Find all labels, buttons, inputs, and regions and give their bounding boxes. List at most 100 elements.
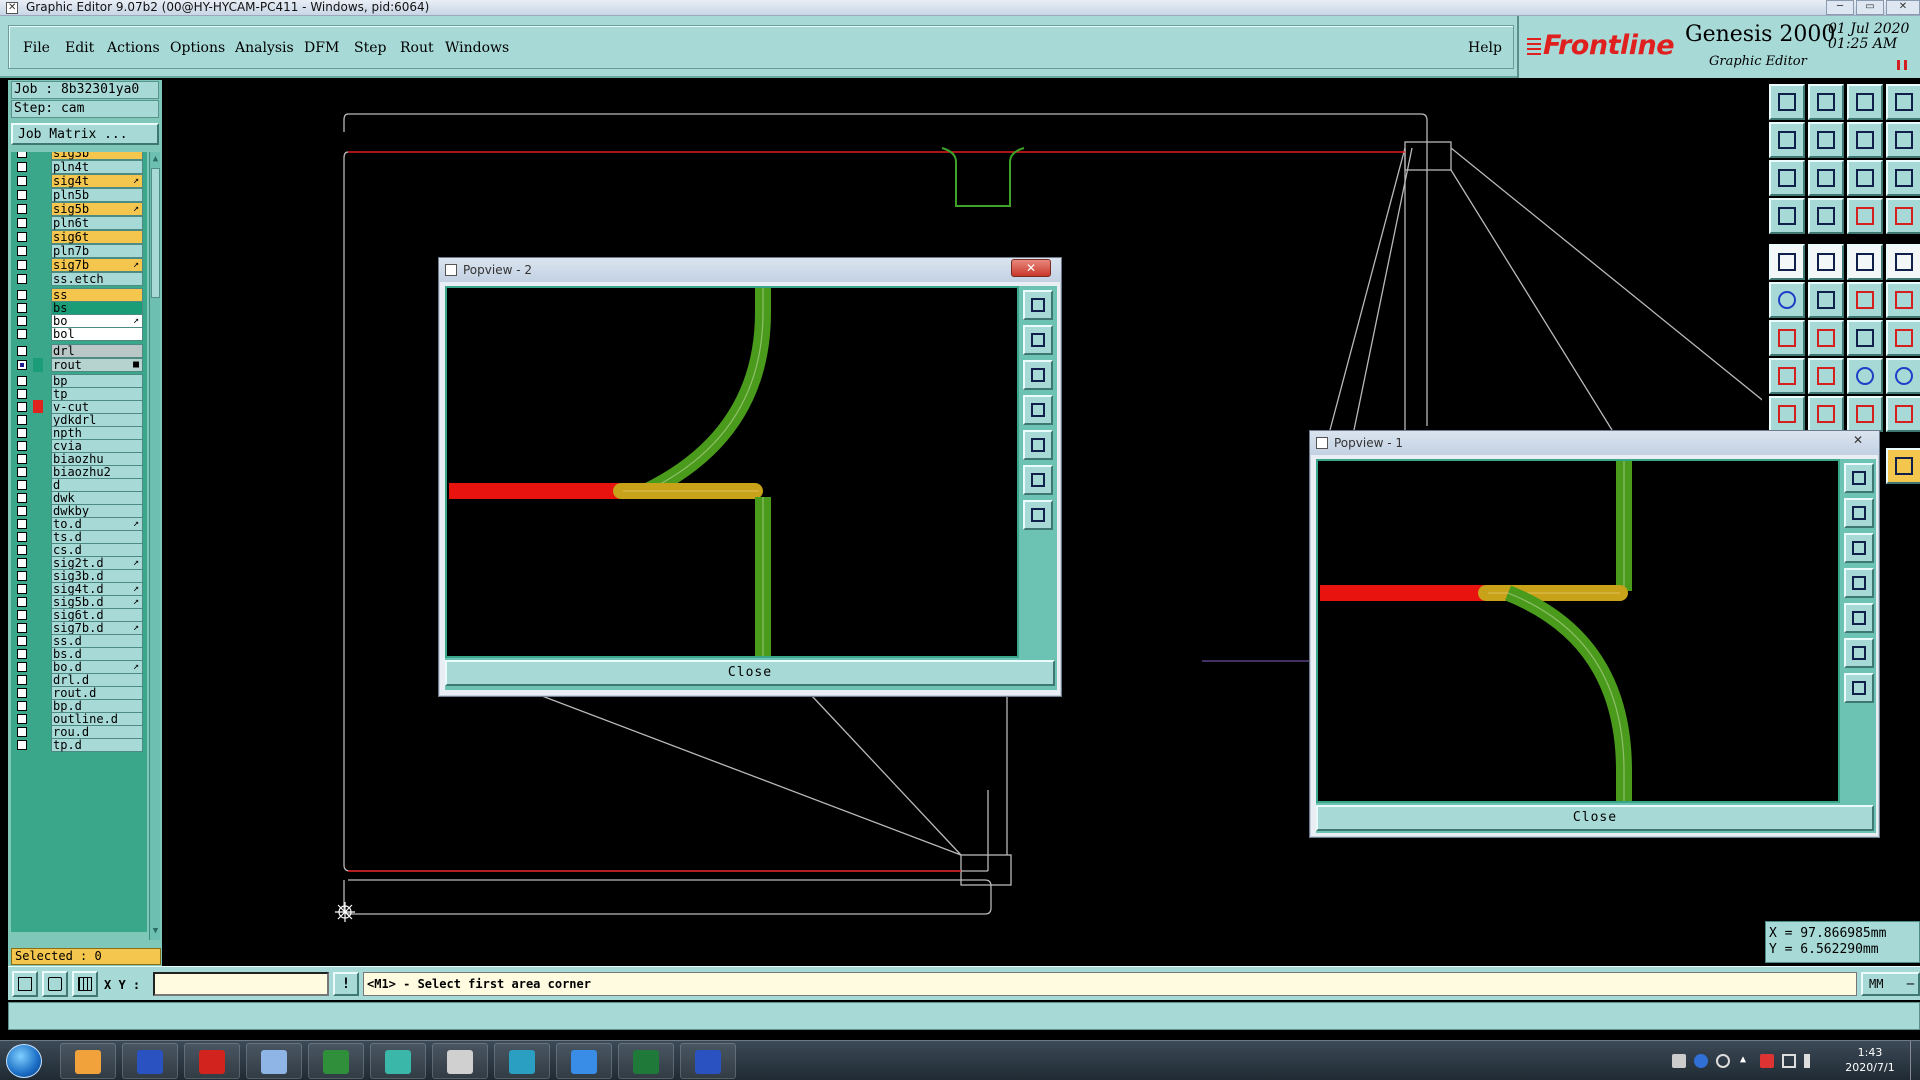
layer-name[interactable]: tp [51, 387, 143, 401]
node-icon[interactable] [1847, 282, 1883, 318]
layer-row[interactable]: cvia [11, 439, 147, 453]
help-icon[interactable] [1886, 160, 1920, 196]
popview-1-close-x[interactable]: ✕ [1840, 432, 1876, 450]
layer-row[interactable]: pln6t [11, 216, 147, 230]
layer-checkbox[interactable] [17, 467, 27, 477]
layer-name[interactable]: pln4t [51, 160, 143, 174]
layer-name[interactable]: bo ↗ [51, 314, 143, 328]
taskbar-save-icon[interactable] [122, 1043, 178, 1079]
zoom-icon[interactable] [1808, 160, 1844, 196]
layer-checkbox[interactable] [17, 376, 27, 386]
taskbar-acrobat-icon[interactable] [184, 1043, 240, 1079]
layer-row[interactable]: bs.d [11, 647, 147, 661]
layer-row[interactable]: sig4t ↗ [11, 174, 147, 188]
layer-checkbox[interactable] [17, 218, 27, 228]
layer-checkbox[interactable] [17, 274, 27, 284]
layer-name[interactable]: cs.d [51, 543, 143, 557]
popview-2-close-button[interactable]: Close [445, 660, 1055, 686]
popview-1-canvas[interactable] [1316, 459, 1840, 803]
tray-settings-icon[interactable] [1716, 1054, 1730, 1068]
scroll-up-icon[interactable]: ▲ [151, 154, 160, 164]
layer-checkbox[interactable] [17, 204, 27, 214]
layer-name[interactable]: sig4t.d ↗ [51, 582, 143, 596]
taskbar-excel-icon[interactable] [618, 1043, 674, 1079]
layer-row[interactable]: sig3b.d [11, 569, 147, 583]
tray-clock[interactable]: 1:43 2020/7/1 [1836, 1045, 1904, 1075]
layer-row[interactable]: tp.d [11, 738, 147, 752]
layer-checkbox[interactable] [17, 519, 27, 529]
layer-name[interactable]: ss.etch [51, 272, 143, 286]
layer-checkbox[interactable] [17, 360, 27, 370]
layer-checkbox[interactable] [17, 636, 27, 646]
view-icon[interactable] [1769, 198, 1805, 234]
layer-checkbox[interactable] [17, 740, 27, 750]
show-desktop-button[interactable] [1910, 1041, 1920, 1080]
layer-row[interactable]: rou.d [11, 725, 147, 739]
taskbar-send-icon[interactable] [556, 1043, 612, 1079]
layer-name[interactable]: npth [51, 426, 143, 440]
layer-row[interactable]: tp [11, 387, 147, 401]
tray-keyboard-icon[interactable] [1672, 1054, 1686, 1068]
taskbar-pen-icon[interactable] [308, 1043, 364, 1079]
grid-icon[interactable] [1808, 198, 1844, 234]
layer-row[interactable]: biaozhu [11, 452, 147, 466]
layer-name[interactable]: biaozhu [51, 452, 143, 466]
layer-scrollbar[interactable]: ▲ ▼ [149, 152, 160, 940]
layer-checkbox[interactable] [17, 597, 27, 607]
zoom-in-icon[interactable] [1023, 325, 1053, 355]
layout-icon[interactable] [1886, 84, 1920, 120]
layer-row[interactable]: npth [11, 426, 147, 440]
layer-row[interactable]: bp.d [11, 699, 147, 713]
layer-row[interactable]: sig3b [11, 152, 147, 160]
fit-icon[interactable] [1769, 160, 1805, 196]
select-icon[interactable] [1769, 244, 1805, 280]
menu-actions[interactable]: Actions [107, 40, 160, 56]
layer-checkbox[interactable] [17, 532, 27, 542]
layer-name[interactable]: outline.d [51, 712, 143, 726]
pause-icon[interactable] [1897, 60, 1907, 70]
popview-2-canvas[interactable] [445, 286, 1019, 658]
grid-icon[interactable] [72, 971, 98, 997]
layer-row[interactable]: ss.etch [11, 272, 147, 286]
layer-name[interactable]: bs.d [51, 647, 143, 661]
layer-row[interactable]: to.d ↗ [11, 517, 147, 531]
menu-help[interactable]: Help [1468, 40, 1502, 56]
layer-checkbox[interactable] [17, 260, 27, 270]
layer-row[interactable]: pln4t [11, 160, 147, 174]
layer-row[interactable]: sig4t.d ↗ [11, 582, 147, 596]
snap-icon[interactable] [12, 971, 38, 997]
layer-checkbox[interactable] [17, 303, 27, 313]
layer-row[interactable]: cs.d [11, 543, 147, 557]
popview-1-window[interactable]: Popview - 1 ✕ Close [1309, 430, 1880, 838]
home2-icon[interactable] [1847, 84, 1883, 120]
layer-row[interactable]: sig5b ↗ [11, 202, 147, 216]
layer-name[interactable]: rout ■ [51, 358, 143, 372]
unit-selector[interactable]: MM ─ [1861, 972, 1920, 996]
layer-row[interactable]: v-cut [11, 400, 147, 414]
warn-icon[interactable] [1769, 396, 1805, 432]
export-icon[interactable] [1808, 84, 1844, 120]
layer-name[interactable]: pln7b [51, 244, 143, 258]
taskbar-word-icon[interactable] [680, 1043, 736, 1079]
menu-file[interactable]: File [23, 40, 50, 56]
layer-list[interactable]: sig3b pln4t sig4t ↗ pln5b sig5b ↗ pln6t sig6t pln… [11, 152, 147, 932]
taskbar-shell-icon[interactable] [60, 1043, 116, 1079]
layer-name[interactable]: ss.d [51, 634, 143, 648]
warn3-icon[interactable] [1847, 396, 1883, 432]
zoom-in-icon[interactable] [1844, 498, 1874, 528]
layer-checkbox[interactable] [17, 316, 27, 326]
layer-checkbox[interactable] [17, 389, 27, 399]
taskbar-eye-icon[interactable] [370, 1043, 426, 1079]
minimize-button[interactable]: ─ [1826, 0, 1854, 15]
layer-name[interactable]: tp.d [51, 738, 143, 752]
layer-checkbox[interactable] [17, 346, 27, 356]
start-button[interactable] [6, 1044, 42, 1078]
route-icon[interactable] [1847, 198, 1883, 234]
layer-row[interactable]: sig6t [11, 230, 147, 244]
layer-name[interactable]: bo.d ↗ [51, 660, 143, 674]
layer-row[interactable]: ss [11, 288, 147, 302]
layer-checkbox[interactable] [17, 584, 27, 594]
layer-checkbox[interactable] [17, 649, 27, 659]
layer-checkbox[interactable] [17, 714, 27, 724]
layer-row[interactable]: sig6t.d [11, 608, 147, 622]
